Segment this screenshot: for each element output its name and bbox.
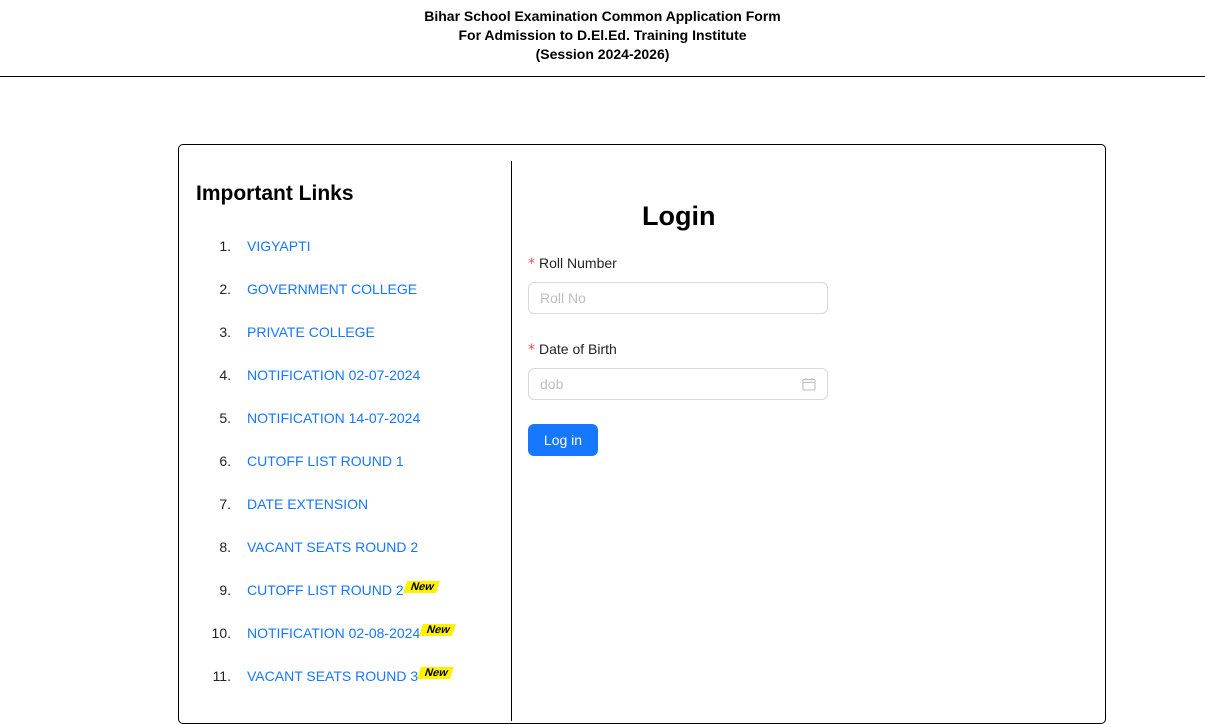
- link-item: 11. VACANT SEATS ROUND 3 New: [196, 665, 506, 687]
- dob-label-text: Date of Birth: [539, 341, 617, 357]
- important-link-label: VACANT SEATS ROUND 3: [247, 668, 419, 684]
- important-link-label: CUTOFF LIST ROUND 1: [247, 453, 404, 469]
- important-link[interactable]: NOTIFICATION 14-07-2024: [247, 407, 420, 429]
- important-link[interactable]: VIGYAPTI: [247, 235, 311, 257]
- link-number: 5.: [219, 410, 231, 426]
- link-number: 1.: [219, 238, 231, 254]
- link-item: 6. CUTOFF LIST ROUND 1: [196, 450, 506, 472]
- important-link[interactable]: NOTIFICATION 02-07-2024: [247, 364, 420, 386]
- calendar-icon[interactable]: [802, 377, 816, 391]
- important-link[interactable]: VACANT SEATS ROUND 2: [247, 536, 418, 558]
- link-number: 6.: [219, 453, 231, 469]
- link-item: 3. PRIVATE COLLEGE: [196, 321, 506, 343]
- important-link[interactable]: VACANT SEATS ROUND 3 New: [247, 665, 454, 687]
- login-title: Login: [642, 201, 716, 231]
- link-item: 5. NOTIFICATION 14-07-2024: [196, 407, 506, 429]
- important-link[interactable]: DATE EXTENSION: [247, 493, 368, 515]
- login-button[interactable]: Log in: [528, 424, 598, 456]
- link-item: 9. CUTOFF LIST ROUND 2 New: [196, 579, 506, 601]
- important-link[interactable]: CUTOFF LIST ROUND 2 New: [247, 579, 440, 601]
- header-session: (Session 2024-2026): [535, 46, 670, 62]
- header-title-line-1: Bihar School Examination Common Applicat…: [424, 8, 781, 24]
- roll-number-input[interactable]: [528, 282, 828, 314]
- roll-number-label: * Roll Number: [528, 253, 617, 274]
- important-link-label: NOTIFICATION 02-07-2024: [247, 367, 421, 383]
- important-link[interactable]: CUTOFF LIST ROUND 1: [247, 450, 404, 472]
- new-badge: New: [419, 624, 456, 636]
- roll-number-label-text: Roll Number: [539, 255, 617, 271]
- link-number: 2.: [219, 281, 231, 297]
- link-number: 11.: [212, 668, 231, 684]
- important-link[interactable]: PRIVATE COLLEGE: [247, 321, 375, 343]
- important-link-label: VIGYAPTI: [247, 238, 311, 254]
- column-divider: [511, 161, 512, 721]
- important-link-label: CUTOFF LIST ROUND 2: [247, 582, 404, 598]
- header-title-line-2: For Admission to D.El.Ed. Training Insti…: [458, 27, 747, 43]
- important-link-label: VACANT SEATS ROUND 2: [247, 539, 419, 555]
- dob-input[interactable]: [528, 368, 828, 400]
- link-number: 4.: [219, 367, 231, 383]
- important-link-label: GOVERNMENT COLLEGE: [247, 281, 418, 297]
- link-item: 10. NOTIFICATION 02-08-2024 New: [196, 622, 506, 644]
- link-item: 4. NOTIFICATION 02-07-2024: [196, 364, 506, 386]
- link-number: 3.: [219, 324, 231, 340]
- page-header: Bihar School Examination Common Applicat…: [0, 0, 1205, 77]
- link-number: 8.: [219, 539, 231, 555]
- important-links-title: Important Links: [196, 182, 354, 205]
- link-item: 1. VIGYAPTI: [196, 235, 506, 257]
- new-badge: New: [402, 581, 440, 593]
- dob-label: * Date of Birth: [528, 339, 617, 360]
- new-badge: New: [417, 667, 454, 679]
- important-link-label: DATE EXTENSION: [247, 496, 369, 512]
- important-link[interactable]: NOTIFICATION 02-08-2024 New: [247, 622, 456, 644]
- required-marker: *: [528, 256, 535, 272]
- important-link-label: PRIVATE COLLEGE: [247, 324, 375, 340]
- link-item: 2. GOVERNMENT COLLEGE: [196, 278, 506, 300]
- important-link-label: NOTIFICATION 14-07-2024: [247, 410, 421, 426]
- important-link-label: NOTIFICATION 02-08-2024: [247, 625, 421, 641]
- link-number: 9.: [219, 582, 231, 598]
- link-item: 8. VACANT SEATS ROUND 2: [196, 536, 506, 558]
- link-item: 7. DATE EXTENSION: [196, 493, 506, 515]
- required-marker: *: [528, 342, 535, 358]
- important-link[interactable]: GOVERNMENT COLLEGE: [247, 278, 417, 300]
- link-number: 7.: [219, 496, 231, 512]
- link-number: 10.: [211, 625, 231, 641]
